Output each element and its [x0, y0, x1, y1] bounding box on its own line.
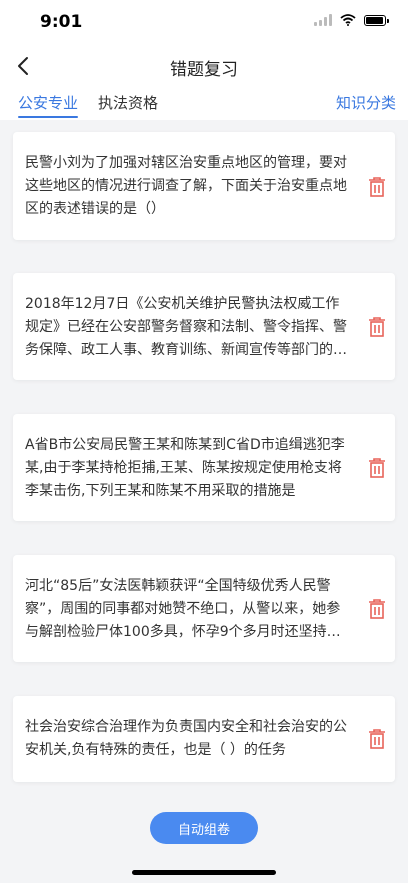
delete-button[interactable]: [367, 728, 387, 750]
question-text: 2018年12月7日《公安机关维护民警执法权威工作规定》已经在公安部警务督察和法…: [25, 296, 347, 358]
nav-bar: 错题复习: [0, 44, 408, 88]
wifi-icon: [340, 14, 356, 26]
trash-icon: [369, 458, 385, 478]
status-time: 9:01: [40, 12, 83, 32]
question-card[interactable]: 民警小刘为了加强对辖区治安重点地区的管理，要对这些地区的情况进行调查了解，下面关…: [13, 132, 395, 240]
tabs-row: 公安专业 执法资格 知识分类: [0, 88, 408, 120]
signal-icon: [314, 14, 332, 26]
question-text: A省B市公安局民警王某和陈某到C省D市追缉逃犯李某,由于李某持枪拒捕,王某、陈某…: [25, 437, 345, 499]
tab-law-enforcement[interactable]: 执法资格: [98, 92, 158, 113]
delete-button[interactable]: [367, 457, 387, 479]
auto-compose-button[interactable]: 自动组卷: [150, 812, 258, 844]
status-icons: [314, 14, 389, 26]
question-card[interactable]: 社会治安综合治理作为负责国内安全和社会治安的公安机关,负有特殊的责任，也是（ ）…: [13, 696, 395, 782]
trash-icon: [369, 599, 385, 619]
question-card[interactable]: 2018年12月7日《公安机关维护民警执法权威工作规定》已经在公安部警务督察和法…: [13, 273, 395, 380]
active-tab-indicator: [18, 116, 78, 118]
delete-button[interactable]: [367, 176, 387, 198]
bottom-bar: 自动组卷: [0, 796, 408, 883]
question-text: 民警小刘为了加强对辖区治安重点地区的管理，要对这些地区的情况进行调查了解，下面关…: [25, 155, 347, 217]
question-text: 社会治安综合治理作为负责国内安全和社会治安的公安机关,负有特殊的责任，也是（ ）…: [25, 719, 347, 758]
trash-icon: [369, 177, 385, 197]
question-card[interactable]: A省B市公安局民警王某和陈某到C省D市追缉逃犯李某,由于李某持枪拒捕,王某、陈某…: [13, 414, 395, 521]
trash-icon: [369, 729, 385, 749]
question-text: 河北“85后”女法医韩颖获评“全国特级优秀人民警察”，周围的同事都对她赞不绝口，…: [25, 578, 341, 640]
knowledge-category-link[interactable]: 知识分类: [336, 92, 396, 113]
tab-public-security[interactable]: 公安专业: [18, 92, 78, 113]
trash-icon: [369, 317, 385, 337]
delete-button[interactable]: [367, 316, 387, 338]
question-card[interactable]: 河北“85后”女法医韩颖获评“全国特级优秀人民警察”，周围的同事都对她赞不绝口，…: [13, 555, 395, 662]
home-indicator: [132, 870, 276, 875]
status-bar: 9:01: [0, 0, 408, 44]
battery-icon: [364, 14, 389, 26]
page-title: 错题复习: [170, 60, 238, 80]
delete-button[interactable]: [367, 598, 387, 620]
